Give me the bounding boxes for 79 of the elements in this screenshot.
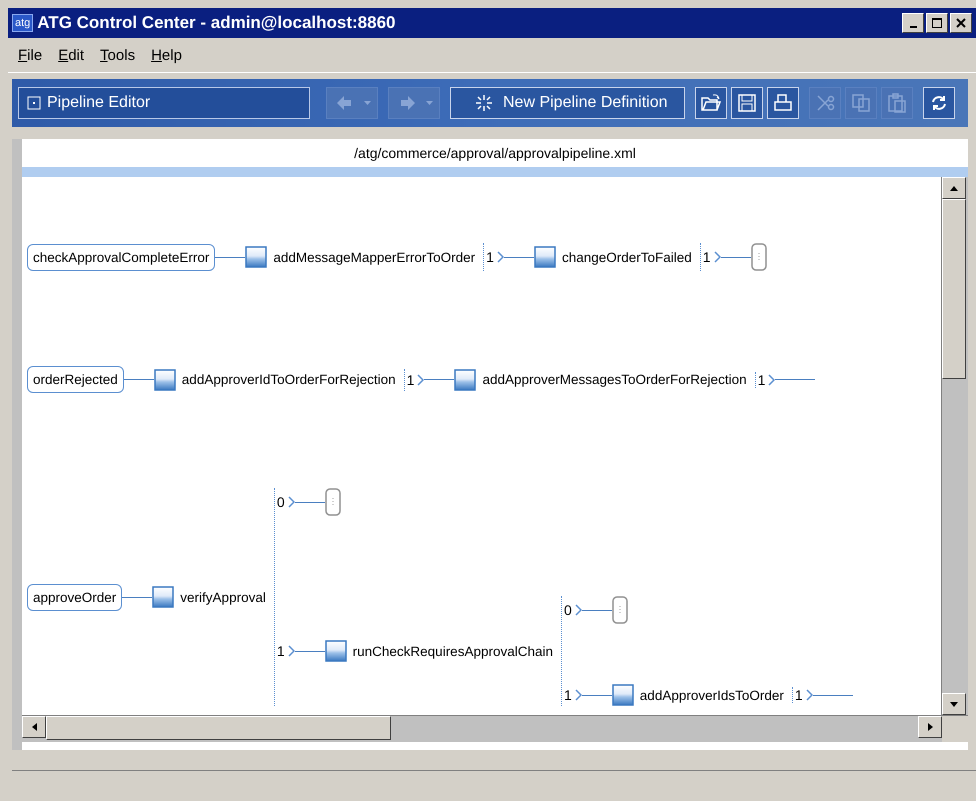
minimize-icon [910,26,916,28]
processor-icon [324,640,347,662]
processor-label[interactable]: addApproverMessagesToOrderForRejection [482,372,747,387]
port-label: 1 [486,249,494,265]
pipeline-chain-node[interactable]: orderRejected [27,366,124,393]
scroll-right-button[interactable] [918,716,942,738]
menu-item[interactable]: Help [145,44,188,66]
processor-label[interactable]: changeOrderToFailed [562,250,692,264]
processor-icon [245,246,268,268]
new-definition-button[interactable]: New Pipeline Definition [450,87,685,119]
processor-icon [454,368,476,390]
close-button[interactable] [950,13,972,33]
processor-icon [534,246,556,268]
close-icon [956,18,966,28]
chevron-icon [574,604,582,616]
refresh-button[interactable] [922,87,955,119]
editor-selector[interactable]: Pipeline Editor [18,87,310,119]
sparkle-icon [473,92,495,114]
chevron-icon [768,374,776,386]
processor-label[interactable]: runCheckRequiresApprovalChain [352,644,553,658]
port-label: 1 [702,249,711,265]
processor-label[interactable]: addApproverIdToOrderForRejection [182,372,396,387]
port-label: 0 [564,602,572,618]
maximize-button[interactable] [926,13,948,33]
up-arrow-icon [950,186,958,190]
processor-label[interactable]: verifyApproval [180,590,266,604]
square-icon [27,96,41,110]
processor-label[interactable]: addMessageMapperErrorToOrder [273,250,476,264]
menu-item[interactable]: Edit [52,44,90,66]
file-path: /atg/commerce/approval/approvalpipeline.xml [354,145,636,161]
scroll-left-button[interactable] [22,716,46,738]
print-button[interactable] [766,87,799,119]
scroll-thumb[interactable] [942,199,966,379]
chevron-icon [288,645,295,657]
end-node-icon [750,243,767,271]
chevron-icon [714,251,721,263]
chevron-icon [574,689,582,701]
port-label: 1 [406,372,414,388]
chevron-icon [288,496,295,508]
port-label: 0 [276,494,285,510]
window-title: ATG Control Center - admin@localhost:8860 [37,13,396,33]
processor-icon [152,586,174,608]
right-arrow-icon [928,723,932,731]
pipeline-chain-node[interactable]: approveOrder [27,584,122,610]
processor-label[interactable]: addApproverIdsToOrder [640,688,784,702]
pipeline-chain-node[interactable]: checkApprovalCompleteError [27,244,216,270]
horizontal-scrollbar[interactable] [22,715,968,742]
port-label: 1 [794,687,803,703]
vertical-scrollbar[interactable] [941,177,968,715]
folder-icon [700,92,722,114]
save-button[interactable] [730,87,763,119]
end-node-icon [324,488,341,516]
scrollbar-corner [942,716,968,742]
chevron-icon [806,689,813,701]
minimize-button[interactable] [902,13,924,33]
down-arrow-icon [950,702,958,706]
port-label: 1 [276,643,285,659]
end-node-icon [612,596,628,624]
left-arrow-icon [32,723,36,731]
printer-icon [772,92,794,114]
dropdown-caret-icon [426,101,432,105]
maximize-icon [932,18,942,28]
menu-item[interactable]: Tools [94,44,142,66]
app-logo: atg [12,14,34,32]
copy-icon [850,92,872,114]
processor-icon [612,684,634,706]
editor-selector-label: Pipeline Editor [47,94,150,112]
processor-icon [154,368,176,390]
menu-item[interactable]: File [12,44,48,66]
scroll-down-button[interactable] [942,693,966,715]
open-button[interactable] [694,87,727,119]
clipboard-icon [886,92,908,114]
chevron-icon [496,251,504,263]
port-label: 1 [564,687,572,703]
dropdown-caret-icon [364,101,370,105]
chevron-icon [417,374,424,386]
scroll-up-button[interactable] [942,177,966,199]
port-label: 1 [758,372,766,388]
scroll-thumb[interactable] [46,716,391,740]
